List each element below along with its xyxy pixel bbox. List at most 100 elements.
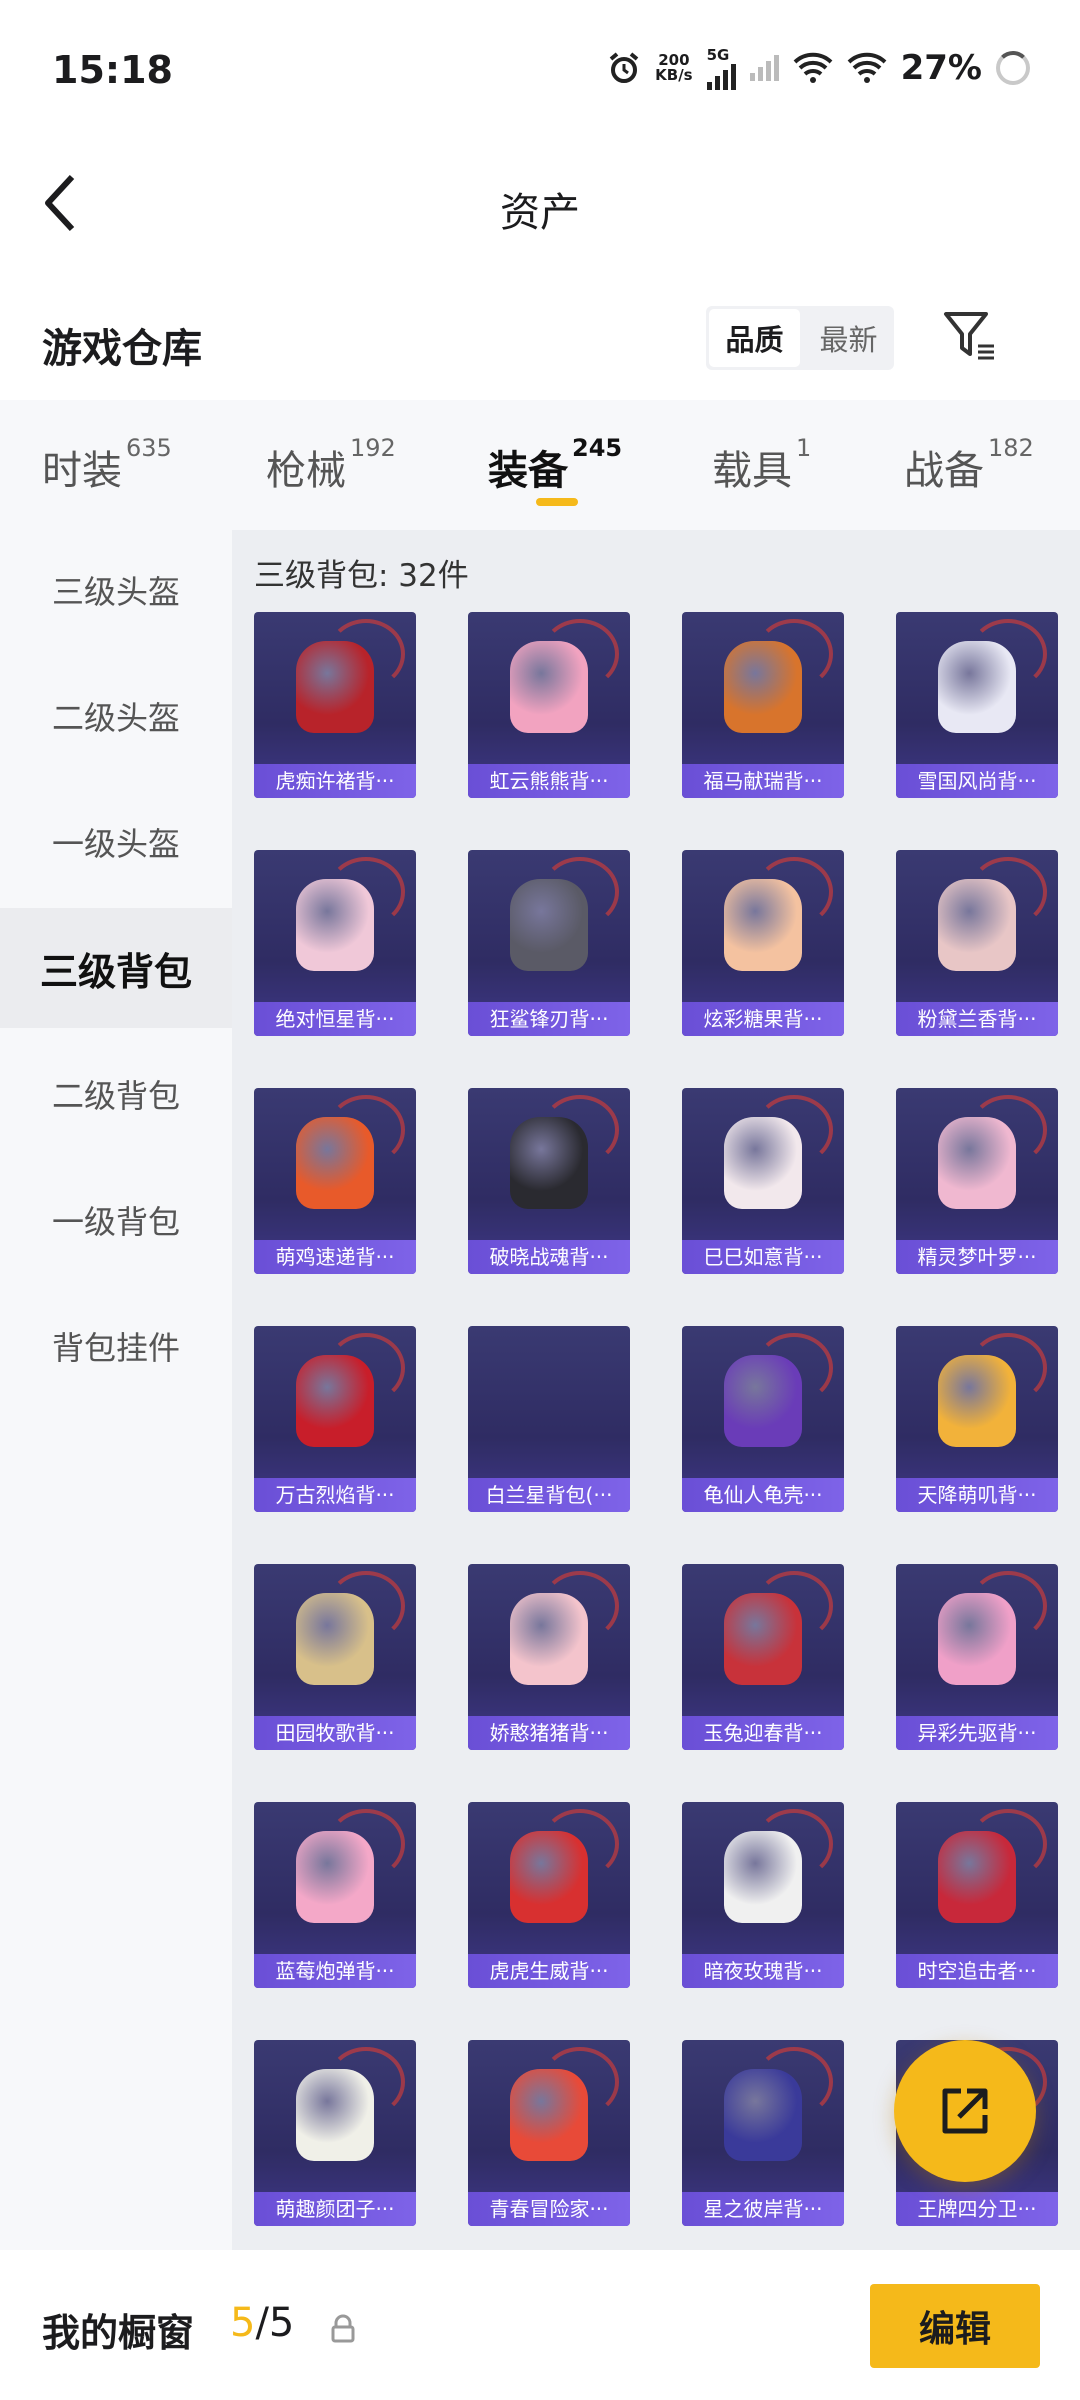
sidebar-item-helmet-lv2[interactable]: 二级头盔 xyxy=(0,656,232,776)
item-image xyxy=(682,1326,844,1476)
item-image xyxy=(254,612,416,762)
item-card[interactable]: 萌鸡速递背··· xyxy=(254,1088,416,1274)
item-card[interactable]: 龟仙人龟壳··· xyxy=(682,1326,844,1512)
backpack-icon xyxy=(938,1333,1047,1447)
item-name: 田园牧歌背··· xyxy=(254,1716,416,1750)
tab-equipment[interactable]: 装备 245 xyxy=(488,434,622,496)
item-image xyxy=(468,2040,630,2190)
item-name: 时空追击者··· xyxy=(896,1954,1058,1988)
item-card[interactable]: 田园牧歌背··· xyxy=(254,1564,416,1750)
backpack-icon xyxy=(938,1571,1047,1685)
backpack-icon xyxy=(724,857,833,971)
backpack-icon xyxy=(724,1571,833,1685)
item-name: 王牌四分卫··· xyxy=(896,2192,1058,2226)
item-card[interactable]: 虎痴许褚背··· xyxy=(254,612,416,798)
backpack-icon xyxy=(724,2047,833,2161)
item-card[interactable]: 虹云熊熊背··· xyxy=(468,612,630,798)
item-image xyxy=(682,612,844,762)
item-card[interactable]: 福马献瑞背··· xyxy=(682,612,844,798)
item-image xyxy=(254,850,416,1000)
item-image xyxy=(254,1802,416,1952)
tab-vehicles[interactable]: 载具 1 xyxy=(712,434,811,496)
alarm-icon xyxy=(609,52,639,83)
item-name: 破晓战魂背··· xyxy=(468,1240,630,1274)
item-card[interactable]: 白兰星背包(··· xyxy=(468,1326,630,1512)
backpack-icon xyxy=(724,619,833,733)
item-name: 绝对恒星背··· xyxy=(254,1002,416,1036)
item-card[interactable]: 萌趣颜团子··· xyxy=(254,2040,416,2226)
item-image xyxy=(896,612,1058,762)
backpack-icon xyxy=(938,1809,1047,1923)
sort-latest-button[interactable]: 最新 xyxy=(803,306,894,370)
item-image xyxy=(682,1564,844,1714)
backpack-icon xyxy=(938,1095,1047,1209)
sort-quality-button[interactable]: 品质 xyxy=(709,309,800,367)
item-card[interactable]: 星之彼岸背··· xyxy=(682,2040,844,2226)
item-name: 龟仙人龟壳··· xyxy=(682,1478,844,1512)
sidebar-item-backpack-lv1[interactable]: 一级背包 xyxy=(0,1160,232,1280)
item-card[interactable]: 雪国风尚背··· xyxy=(896,612,1058,798)
share-icon xyxy=(942,2088,988,2134)
tab-fashion[interactable]: 时装 635 xyxy=(42,434,172,496)
item-card[interactable]: 暗夜玫瑰背··· xyxy=(682,1802,844,1988)
item-card[interactable]: 狂鲨锋刃背··· xyxy=(468,850,630,1036)
item-name: 星之彼岸背··· xyxy=(682,2192,844,2226)
item-image xyxy=(896,1326,1058,1476)
backpack-icon xyxy=(296,857,405,971)
battery-icon xyxy=(996,51,1030,85)
item-card[interactable]: 玉兔迎春背··· xyxy=(682,1564,844,1750)
signal-5g: 5G xyxy=(706,46,736,90)
item-name: 精灵梦叶罗··· xyxy=(896,1240,1058,1274)
section-title: 游戏仓库 xyxy=(42,326,202,372)
item-image xyxy=(468,1326,630,1476)
item-grid-panel: 三级背包: 32件 虎痴许褚背··· 虹云熊熊背··· 福马献瑞背··· 雪国风尚背·… xyxy=(232,530,1080,2250)
item-image xyxy=(468,612,630,762)
wifi-2-icon xyxy=(847,52,886,83)
item-card[interactable]: 虎虎生威背··· xyxy=(468,1802,630,1988)
item-image xyxy=(254,1326,416,1476)
item-card[interactable]: 精灵梦叶罗··· xyxy=(896,1088,1058,1274)
backpack-icon xyxy=(510,1571,619,1685)
item-name: 虎痴许褚背··· xyxy=(254,764,416,798)
backpack-icon xyxy=(510,619,619,733)
item-card[interactable]: 粉黛兰香背··· xyxy=(896,850,1058,1036)
tab-battle-gear[interactable]: 战备 182 xyxy=(904,434,1034,496)
item-image xyxy=(896,1564,1058,1714)
backpack-icon xyxy=(510,1809,619,1923)
edit-button[interactable]: 编辑 xyxy=(870,2284,1040,2368)
item-card[interactable]: 天降萌叽背··· xyxy=(896,1326,1058,1512)
item-name: 福马献瑞背··· xyxy=(682,764,844,798)
sidebar-item-helmet-lv3[interactable]: 三级头盔 xyxy=(0,530,232,650)
sidebar-item-backpack-charm[interactable]: 背包挂件 xyxy=(0,1286,232,1406)
sidebar-item-helmet-lv1[interactable]: 一级头盔 xyxy=(0,782,232,902)
backpack-icon xyxy=(510,857,619,971)
item-name: 异彩先驱背··· xyxy=(896,1716,1058,1750)
item-card[interactable]: 破晓战魂背··· xyxy=(468,1088,630,1274)
item-image xyxy=(896,1088,1058,1238)
backpack-icon xyxy=(724,1333,833,1447)
item-card[interactable]: 异彩先驱背··· xyxy=(896,1564,1058,1750)
backpack-icon xyxy=(296,1095,405,1209)
item-name: 狂鲨锋刃背··· xyxy=(468,1002,630,1036)
item-name: 青春冒险家··· xyxy=(468,2192,630,2226)
backpack-icon xyxy=(296,1333,405,1447)
tab-weapons[interactable]: 枪械 192 xyxy=(266,434,396,496)
share-fab-button[interactable] xyxy=(894,2040,1036,2182)
item-image xyxy=(254,2040,416,2190)
item-card[interactable]: 蓝莓炮弹背··· xyxy=(254,1802,416,1988)
item-image xyxy=(468,850,630,1000)
item-card[interactable]: 时空追击者··· xyxy=(896,1802,1058,1988)
item-card[interactable]: 娇憨猪猪背··· xyxy=(468,1564,630,1750)
item-card[interactable]: 炫彩糖果背··· xyxy=(682,850,844,1036)
filter-icon[interactable] xyxy=(940,306,1000,366)
item-name: 娇憨猪猪背··· xyxy=(468,1716,630,1750)
item-card[interactable]: 万古烈焰背··· xyxy=(254,1326,416,1512)
sidebar-item-backpack-lv2[interactable]: 二级背包 xyxy=(0,1034,232,1154)
backpack-icon xyxy=(938,857,1047,971)
item-card[interactable]: 巳巳如意背··· xyxy=(682,1088,844,1274)
sidebar-item-backpack-lv3[interactable]: 三级背包 xyxy=(0,908,232,1028)
item-card[interactable]: 绝对恒星背··· xyxy=(254,850,416,1036)
item-card[interactable]: 青春冒险家··· xyxy=(468,2040,630,2226)
item-image xyxy=(254,1088,416,1238)
category-tabs: 时装 635 枪械 192 装备 245 载具 1 战备 182 xyxy=(0,400,1080,530)
